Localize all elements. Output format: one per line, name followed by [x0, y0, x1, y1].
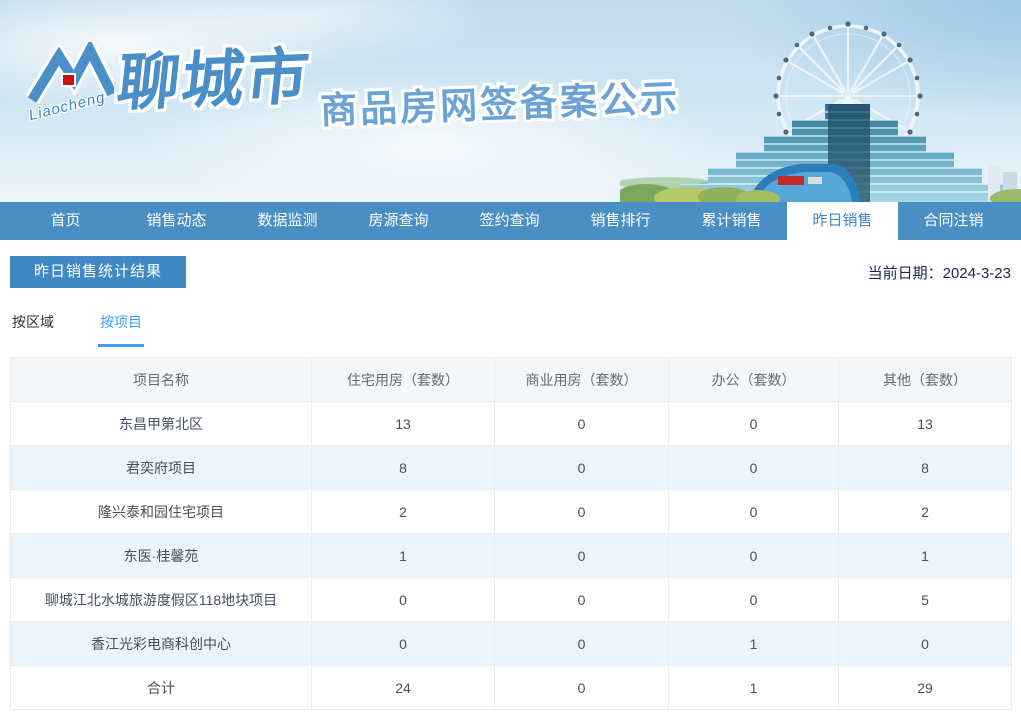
count-cell: 0 [495, 578, 669, 622]
main-content: 昨日销售统计结果 当前日期：2024-3-23 按区域 按项目 项目名称住宅用房（… [0, 256, 1021, 710]
view-tabs: 按区域 按项目 [10, 308, 1011, 344]
count-cell: 8 [312, 446, 495, 490]
count-cell: 0 [495, 666, 669, 710]
count-cell: 2 [839, 490, 1012, 534]
table-header-row: 项目名称住宅用房（套数）商业用房（套数）办公（套数）其他（套数） [11, 358, 1012, 402]
nav-item-6[interactable]: 销售排行 [565, 202, 676, 240]
project-name-cell: 合计 [11, 666, 312, 710]
table-row: 隆兴泰和园住宅项目2002 [11, 490, 1012, 534]
table-row: 香江光彩电商科创中心0010 [11, 622, 1012, 666]
section-title-badge: 昨日销售统计结果 [10, 256, 186, 288]
count-cell: 13 [839, 402, 1012, 446]
count-cell: 0 [669, 534, 839, 578]
count-cell: 0 [839, 622, 1012, 666]
count-cell: 0 [669, 446, 839, 490]
nav-item-7[interactable]: 累计销售 [676, 202, 787, 240]
column-header: 商业用房（套数） [495, 358, 669, 402]
project-name-cell: 东昌甲第北区 [11, 402, 312, 446]
count-cell: 29 [839, 666, 1012, 710]
title-row: 昨日销售统计结果 当前日期：2024-3-23 [10, 256, 1011, 288]
table-body: 东昌甲第北区130013君奕府项目8008隆兴泰和园住宅项目2002东医·桂馨苑… [11, 402, 1012, 710]
column-header: 项目名称 [11, 358, 312, 402]
column-header: 住宅用房（套数） [312, 358, 495, 402]
column-header: 其他（套数） [839, 358, 1012, 402]
nav-item-8[interactable]: 昨日销售 [787, 202, 898, 240]
count-cell: 0 [495, 490, 669, 534]
nav-item-5[interactable]: 签约查询 [454, 202, 565, 240]
count-cell: 1 [839, 534, 1012, 578]
site-name: 聊城市 [113, 39, 314, 124]
table-row: 君奕府项目8008 [11, 446, 1012, 490]
count-cell: 2 [312, 490, 495, 534]
count-cell: 5 [839, 578, 1012, 622]
ferris-wheel-illustration [620, 0, 1021, 202]
current-date-label: 当前日期： [868, 265, 943, 282]
count-cell: 1 [669, 622, 839, 666]
table-total-row: 合计240129 [11, 666, 1012, 710]
count-cell: 24 [312, 666, 495, 710]
table-row: 聊城江北水城旅游度假区118地块项目0005 [11, 578, 1012, 622]
main-nav: 首页销售动态数据监测房源查询签约查询销售排行累计销售昨日销售合同注销 [0, 202, 1021, 240]
count-cell: 8 [839, 446, 1012, 490]
nav-item-2[interactable]: 销售动态 [121, 202, 232, 240]
project-name-cell: 香江光彩电商科创中心 [11, 622, 312, 666]
nav-item-4[interactable]: 房源查询 [343, 202, 454, 240]
count-cell: 0 [669, 402, 839, 446]
table-row: 东昌甲第北区130013 [11, 402, 1012, 446]
tab-by-region[interactable]: 按区域 [10, 308, 56, 347]
project-name-cell: 君奕府项目 [11, 446, 312, 490]
count-cell: 0 [495, 622, 669, 666]
tab-by-project[interactable]: 按项目 [98, 308, 144, 347]
column-header: 办公（套数） [669, 358, 839, 402]
count-cell: 13 [312, 402, 495, 446]
current-date: 当前日期：2024-3-23 [868, 262, 1011, 283]
sales-stats-table: 项目名称住宅用房（套数）商业用房（套数）办公（套数）其他（套数） 东昌甲第北区1… [10, 357, 1012, 710]
project-name-cell: 东医·桂馨苑 [11, 534, 312, 578]
count-cell: 0 [669, 578, 839, 622]
project-name-cell: 聊城江北水城旅游度假区118地块项目 [11, 578, 312, 622]
nav-item-9[interactable]: 合同注销 [898, 202, 1009, 240]
count-cell: 0 [669, 490, 839, 534]
count-cell: 0 [312, 622, 495, 666]
table-row: 东医·桂馨苑1001 [11, 534, 1012, 578]
site-logo: Liaocheng 聊城市 商品房网签备案公示 [26, 42, 680, 128]
nav-item-1[interactable]: 首页 [10, 202, 121, 240]
count-cell: 0 [495, 534, 669, 578]
liaocheng-m-logo-icon: Liaocheng [26, 42, 114, 120]
site-banner: Liaocheng 聊城市 商品房网签备案公示 [0, 0, 1021, 202]
count-cell: 0 [312, 578, 495, 622]
count-cell: 0 [495, 402, 669, 446]
current-date-value: 2024-3-23 [943, 265, 1011, 282]
nav-item-3[interactable]: 数据监测 [232, 202, 343, 240]
count-cell: 1 [669, 666, 839, 710]
count-cell: 1 [312, 534, 495, 578]
count-cell: 0 [495, 446, 669, 490]
project-name-cell: 隆兴泰和园住宅项目 [11, 490, 312, 534]
